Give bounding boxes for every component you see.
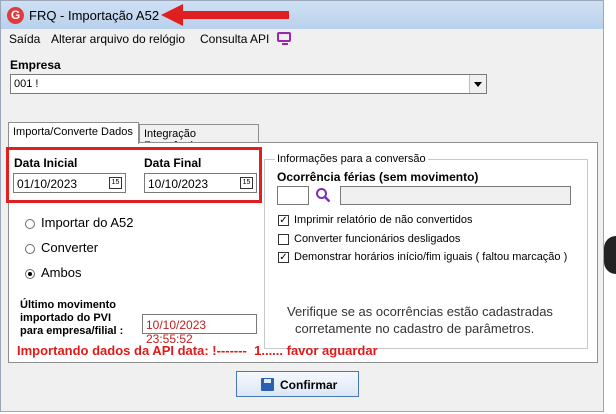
app-logo-icon: G: [7, 7, 24, 24]
note-line-1: Verifique se as ocorrências estão cadast…: [287, 304, 553, 319]
ultimo-movimento-value: 10/10/2023 23:55:52: [146, 318, 207, 346]
checkbox-imprimir-relatorio[interactable]: ✓: [278, 215, 289, 226]
chevron-down-icon[interactable]: [469, 75, 486, 93]
radio-converter-label[interactable]: Converter: [41, 240, 98, 255]
ultimo-label-2: importado do PVI: [20, 312, 112, 324]
empresa-value: 001 !: [14, 78, 39, 90]
ocorrencia-code-input[interactable]: [277, 186, 309, 205]
check-label-imprimir[interactable]: Imprimir relatório de não convertidos: [294, 214, 473, 226]
radio-importar[interactable]: [25, 219, 35, 229]
ultimo-label-3: para empresa/filial :: [20, 325, 124, 337]
status-message: Importando dados da API data: !------- 1…: [17, 343, 378, 358]
group-title: Informações para a conversão: [275, 153, 428, 165]
confirm-button[interactable]: Confirmar: [236, 371, 359, 397]
check-label-demonstrar[interactable]: Demonstrar horários início/fim iguais ( …: [294, 251, 567, 263]
menu-consulta-api[interactable]: Consulta API: [200, 32, 269, 46]
annotation-arrow: [161, 4, 289, 26]
checkbox-converter-desligados[interactable]: [278, 234, 289, 245]
background-edge: [604, 236, 616, 274]
tab-importa-converte[interactable]: Importa/Converte Dados: [8, 122, 139, 144]
ocorrencia-desc-field: [340, 186, 571, 205]
confirm-label: Confirmar: [280, 378, 338, 392]
date-highlight-box: [6, 147, 262, 203]
ultimo-label-1: Último movimento: [20, 299, 116, 311]
checkbox-demonstrar-horarios[interactable]: ✓: [278, 252, 289, 263]
empresa-select[interactable]: 001 !: [10, 74, 487, 94]
check-label-converter[interactable]: Converter funcionários desligados: [294, 233, 460, 245]
ultimo-movimento-field: 10/10/2023 23:55:52: [142, 314, 257, 346]
note-line-2: corretamente no cadastro de parâmetros.: [295, 321, 535, 336]
title-bar[interactable]: G FRQ - Importação A52: [1, 1, 603, 29]
radio-importar-label[interactable]: Importar do A52: [41, 215, 134, 230]
main-window: G FRQ - Importação A52 Saída Alterar arq…: [0, 0, 604, 412]
tab-integracao-frequencia[interactable]: Integração Frequência: [139, 124, 259, 152]
menu-bar: Saída Alterar arquivo do relógio Consult…: [1, 29, 603, 49]
menu-alterar-arquivo[interactable]: Alterar arquivo do relógio: [51, 32, 185, 46]
monitor-icon[interactable]: [277, 32, 291, 45]
radio-ambos-label[interactable]: Ambos: [41, 265, 81, 280]
window-title: FRQ - Importação A52: [29, 8, 160, 23]
search-icon[interactable]: [315, 187, 331, 203]
radio-converter[interactable]: [25, 244, 35, 254]
empresa-label: Empresa: [10, 58, 61, 72]
radio-ambos[interactable]: [25, 269, 35, 279]
save-icon: [261, 378, 274, 391]
ocorrencia-label: Ocorrência férias (sem movimento): [277, 170, 479, 184]
menu-saida[interactable]: Saída: [9, 32, 40, 46]
